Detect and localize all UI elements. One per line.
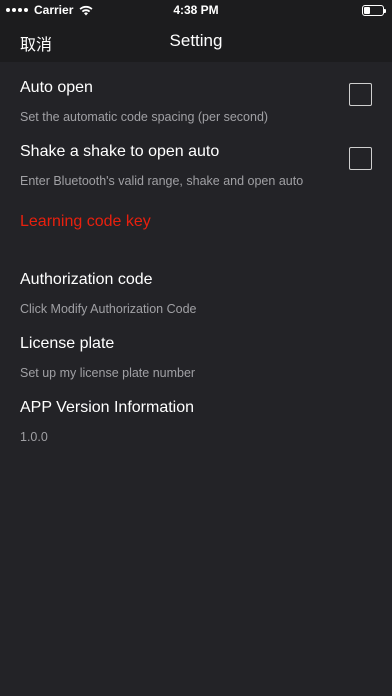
setting-title: Authorization code bbox=[20, 271, 153, 288]
setting-row-auto-open[interactable]: Auto open Set the automatic code spacing… bbox=[20, 78, 372, 125]
setting-title: Auto open bbox=[20, 79, 93, 96]
battery-icon bbox=[362, 5, 386, 16]
setting-title: Shake a shake to open auto bbox=[20, 143, 220, 160]
nav-bar: 取消 Setting bbox=[0, 20, 392, 62]
setting-subtitle: Set up my license plate number bbox=[20, 366, 196, 380]
setting-title: APP Version Information bbox=[20, 399, 195, 416]
auto-open-checkbox[interactable] bbox=[349, 83, 372, 106]
setting-row-license-plate[interactable]: License plate Set up my license plate nu… bbox=[20, 334, 372, 381]
learning-code-key-button[interactable]: Learning code key bbox=[20, 213, 151, 231]
status-time: 4:38 PM bbox=[173, 3, 219, 17]
setting-row-shake-open[interactable]: Shake a shake to open auto Enter Bluetoo… bbox=[20, 142, 372, 189]
app-version-value: 1.0.0 bbox=[20, 430, 48, 444]
status-bar: Carrier 4:38 PM bbox=[0, 0, 392, 20]
setting-subtitle: Click Modify Authorization Code bbox=[20, 302, 197, 316]
setting-subtitle: Set the automatic code spacing (per seco… bbox=[20, 110, 269, 124]
page-title: Setting bbox=[169, 31, 223, 50]
setting-title: License plate bbox=[20, 335, 115, 352]
setting-row-authorization-code[interactable]: Authorization code Click Modify Authoriz… bbox=[20, 270, 372, 317]
shake-open-checkbox[interactable] bbox=[349, 147, 372, 170]
setting-row-app-version[interactable]: APP Version Information 1.0.0 bbox=[20, 398, 372, 445]
setting-subtitle: Enter Bluetooth's valid range, shake and… bbox=[20, 174, 304, 188]
